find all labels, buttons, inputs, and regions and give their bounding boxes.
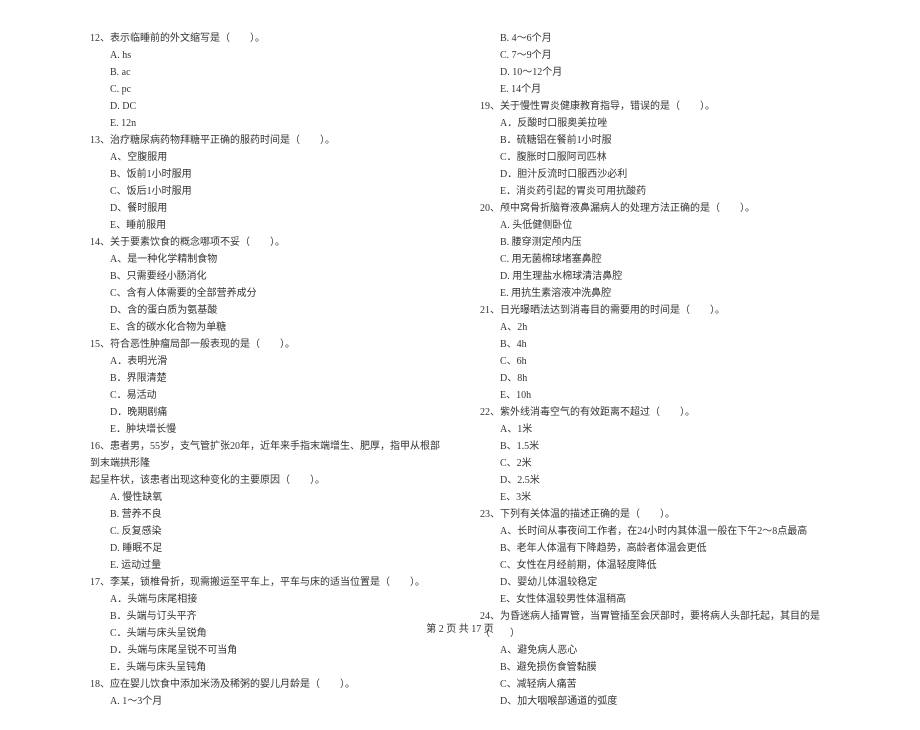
q15-opt-a: A．表明光滑 (90, 353, 440, 370)
q23-opt-d: D、婴幼儿体温较稳定 (480, 574, 830, 591)
q12-opt-a: A. hs (90, 47, 440, 64)
q12-opt-e: E. 12n (90, 115, 440, 132)
q20-opt-a: A. 头低健侧卧位 (480, 217, 830, 234)
q21-opt-e: E、10h (480, 387, 830, 404)
q23-opt-e: E、女性体温较男性体温稍高 (480, 591, 830, 608)
left-column: 12、表示临睡前的外文缩写是（ ）。 A. hs B. ac C. pc D. … (90, 30, 440, 710)
q16-stem: 16、患者男，55岁，支气管扩张20年，近年来手指末端增生、肥厚，指甲从根部到末… (90, 438, 440, 472)
q16-opt-c: C. 反复感染 (90, 523, 440, 540)
q16-stem-cont: 起呈杵状，该患者出现这种变化的主要原因（ ）。 (90, 472, 440, 489)
q19-opt-b: B．硫糖铝在餐前1小时服 (480, 132, 830, 149)
q21-opt-d: D、8h (480, 370, 830, 387)
q24-opt-a: A、避免病人恶心 (480, 642, 830, 659)
q22-stem: 22、紫外线消毒空气的有效距离不超过（ ）。 (480, 404, 830, 421)
q19-opt-a: A．反酸时口服奥美拉唑 (480, 115, 830, 132)
q14-opt-b: B、只需要经小肠消化 (90, 268, 440, 285)
q18-opt-a: A. 1～3个月 (90, 693, 440, 710)
q14-opt-a: A、是一种化学精制食物 (90, 251, 440, 268)
q13-stem: 13、治疗糖尿病药物拜糖平正确的服药时间是（ ）。 (90, 132, 440, 149)
q21-opt-c: C、6h (480, 353, 830, 370)
q18-opt-e: E. 14个月 (480, 81, 830, 98)
q13-opt-d: D、餐时服用 (90, 200, 440, 217)
q15-opt-c: C．易活动 (90, 387, 440, 404)
q13-opt-e: E、睡前服用 (90, 217, 440, 234)
q24-opt-c: C、减轻病人痛苦 (480, 676, 830, 693)
q18-opt-d: D. 10～12个月 (480, 64, 830, 81)
q17-opt-e: E．头端与床头呈钝角 (90, 659, 440, 676)
q15-opt-b: B．界限清楚 (90, 370, 440, 387)
q15-stem: 15、符合恶性肿瘤局部一般表现的是（ ）。 (90, 336, 440, 353)
q12-opt-b: B. ac (90, 64, 440, 81)
q24-opt-d: D、加大咽喉部通道的弧度 (480, 693, 830, 710)
q15-opt-d: D．晚期剧痛 (90, 404, 440, 421)
q15-opt-e: E．肿块增长慢 (90, 421, 440, 438)
q22-opt-b: B、1.5米 (480, 438, 830, 455)
q23-opt-a: A、长时间从事夜间工作者，在24小时内其体温一般在下午2～8点最高 (480, 523, 830, 540)
q19-stem: 19、关于慢性胃炎健康教育指导，错误的是（ ）。 (480, 98, 830, 115)
q12-opt-d: D. DC (90, 98, 440, 115)
q14-opt-d: D、含的蛋白质为氨基酸 (90, 302, 440, 319)
q21-stem: 21、日光曝晒法达到消毒目的需要用的时间是（ ）。 (480, 302, 830, 319)
q14-opt-e: E、含的碳水化合物为单糖 (90, 319, 440, 336)
q20-opt-b: B. 腰穿测定颅内压 (480, 234, 830, 251)
right-column: B. 4～6个月 C. 7～9个月 D. 10～12个月 E. 14个月 19、… (480, 30, 830, 710)
q21-opt-a: A、2h (480, 319, 830, 336)
q13-opt-b: B、饭前1小时服用 (90, 166, 440, 183)
q14-stem: 14、关于要素饮食的概念哪项不妥（ ）。 (90, 234, 440, 251)
q22-opt-a: A、1米 (480, 421, 830, 438)
q23-opt-b: B、老年人体温有下降趋势，高龄者体温会更低 (480, 540, 830, 557)
q20-stem: 20、颅中窝骨折脑脊液鼻漏病人的处理方法正确的是（ ）。 (480, 200, 830, 217)
q12-stem: 12、表示临睡前的外文缩写是（ ）。 (90, 30, 440, 47)
q16-opt-a: A. 慢性缺氧 (90, 489, 440, 506)
q16-opt-d: D. 睡眠不足 (90, 540, 440, 557)
q20-opt-e: E. 用抗生素溶液冲洗鼻腔 (480, 285, 830, 302)
q20-opt-d: D. 用生理盐水棉球清洁鼻腔 (480, 268, 830, 285)
q14-opt-c: C、含有人体需要的全部营养成分 (90, 285, 440, 302)
q18-stem: 18、应在婴儿饮食中添加米汤及稀粥的婴儿月龄是（ ）。 (90, 676, 440, 693)
q18-opt-c: C. 7～9个月 (480, 47, 830, 64)
q22-opt-c: C、2米 (480, 455, 830, 472)
q22-opt-d: D、2.5米 (480, 472, 830, 489)
q17-opt-a: A．头端与床尾相接 (90, 591, 440, 608)
q23-opt-c: C、女性在月经前期，体温轻度降低 (480, 557, 830, 574)
q19-opt-c: C．腹胀时口服阿司匹林 (480, 149, 830, 166)
q21-opt-b: B、4h (480, 336, 830, 353)
q13-opt-a: A、空腹服用 (90, 149, 440, 166)
q23-stem: 23、下列有关体温的描述正确的是（ ）。 (480, 506, 830, 523)
q24-opt-b: B、避免损伤食管黏膜 (480, 659, 830, 676)
q19-opt-d: D．胆汁反流时口服西沙必利 (480, 166, 830, 183)
q17-opt-d: D．头端与床尾呈锐不可当角 (90, 642, 440, 659)
q18-opt-b: B. 4～6个月 (480, 30, 830, 47)
q12-opt-c: C. pc (90, 81, 440, 98)
page-footer: 第 2 页 共 17 页 (0, 620, 920, 635)
q17-stem: 17、李某，锁椎骨折，现需搬运至平车上，平车与床的适当位置是（ ）。 (90, 574, 440, 591)
q13-opt-c: C、饭后1小时服用 (90, 183, 440, 200)
q16-opt-b: B. 营养不良 (90, 506, 440, 523)
q20-opt-c: C. 用无菌棉球堵塞鼻腔 (480, 251, 830, 268)
q16-opt-e: E. 运动过量 (90, 557, 440, 574)
q22-opt-e: E、3米 (480, 489, 830, 506)
q19-opt-e: E．消炎药引起的胃炎可用抗酸药 (480, 183, 830, 200)
